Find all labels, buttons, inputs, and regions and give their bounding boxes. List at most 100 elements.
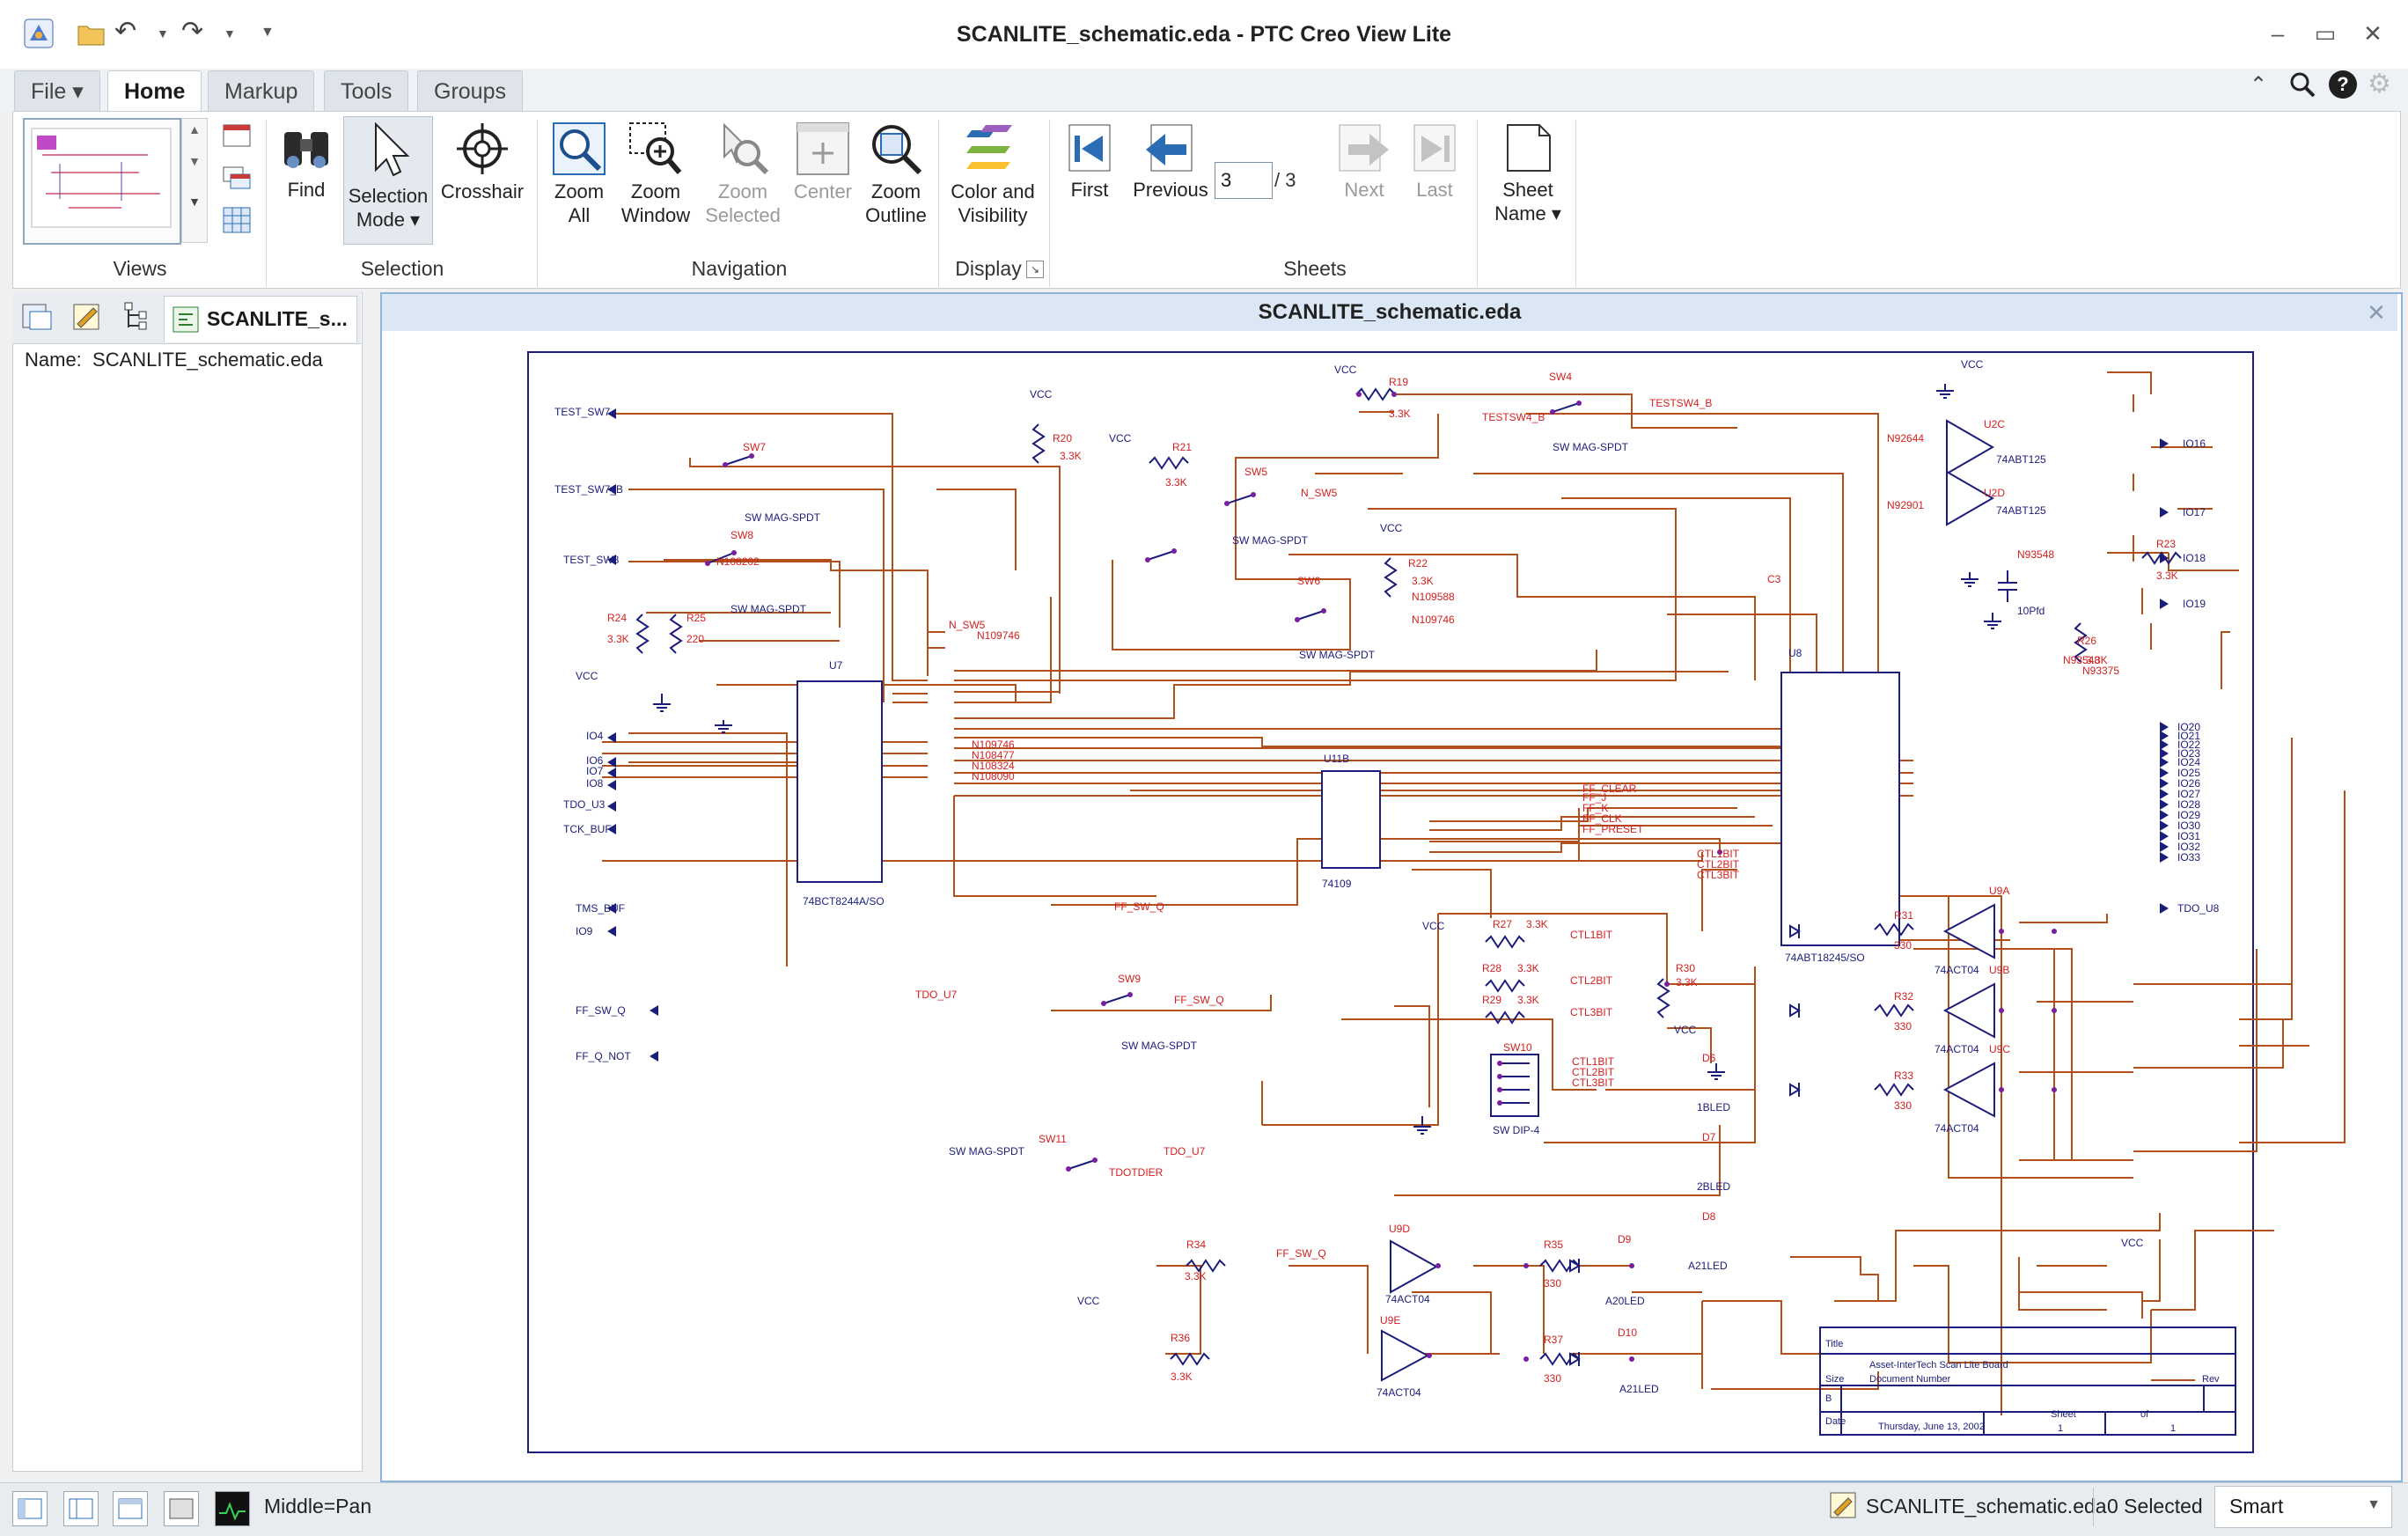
tree-icon[interactable] [19,299,58,338]
zoom-outline-button[interactable]: Zoom Outline [859,121,933,227]
svg-text:D9: D9 [1618,1233,1632,1246]
selection-filter-select[interactable]: Smart ▼ [2214,1486,2392,1528]
group-label-sheets: Sheets [1283,257,1347,280]
group-separator [1575,120,1576,287]
zoom-window-button[interactable]: Zoom Window [616,121,695,227]
svg-text:R22: R22 [1408,557,1428,570]
next-sheet-button[interactable]: Next [1329,121,1399,202]
tab-file[interactable]: File ▾ [14,70,100,112]
layout-split-icon[interactable] [63,1491,99,1526]
schematic-drawing[interactable]: TEST_SW7 TEST_SW7_B TEST_SW8 VCC IO4 IO6… [382,333,2397,1477]
svg-text:Document Number: Document Number [1869,1374,1951,1385]
svg-text:TDO_U3: TDO_U3 [563,798,606,811]
svg-text:CTL1BIT: CTL1BIT [1570,929,1613,941]
mouse-mode-icon[interactable] [215,1491,250,1526]
svg-text:FF_PRESET: FF_PRESET [1582,823,1644,835]
view-grid-icon[interactable] [222,206,252,239]
close-icon[interactable]: ✕ [2353,18,2392,49]
svg-text:N_SW5: N_SW5 [1301,487,1338,499]
svg-text:74ABT18245/SO: 74ABT18245/SO [1785,952,1865,964]
svg-text:VCC: VCC [1109,432,1132,445]
document-name: Name: SCANLITE_schematic.eda [25,349,323,371]
svg-text:3.3K: 3.3K [1676,976,1698,988]
sheet-icon [1507,124,1551,172]
crosshair-button[interactable]: Crosshair [437,121,528,203]
svg-text:CTL2BIT: CTL2BIT [1570,974,1613,987]
layout-single-icon[interactable] [12,1491,48,1526]
minimize-icon[interactable]: – [2258,18,2297,49]
svg-text:R35: R35 [1544,1238,1563,1251]
sheet-name-button[interactable]: Sheet Name ▾ [1484,121,1572,225]
chevron-down-icon: ▼ [2367,1497,2381,1512]
tab-home[interactable]: Home [107,70,202,112]
panel-tab-document[interactable]: SCANLITE_s... [164,296,357,342]
window-title: SCANLITE_schematic.eda - PTC Creo View L… [956,22,1452,47]
layout-full-icon[interactable] [164,1491,199,1526]
view-layers-icon[interactable] [222,164,252,196]
svg-text:of: of [2140,1409,2149,1420]
previous-sheet-button[interactable]: Previous [1127,121,1215,202]
layout-horizontal-icon[interactable] [113,1491,148,1526]
svg-text:U7: U7 [829,659,843,672]
svg-text:FF_SW_Q: FF_SW_Q [1114,900,1164,913]
zoom-selected-button[interactable]: Zoom Selected [699,121,787,227]
thumbnail-scrollbar[interactable]: ▲ ▼ ▼ [181,118,208,243]
center-button[interactable]: Center [789,121,857,203]
sheet-number-input[interactable]: 3 [1215,162,1273,199]
color-visibility-icon [966,125,1012,169]
svg-text:U11B: U11B [1324,753,1349,765]
markup-icon[interactable] [69,299,107,338]
group-label-views: Views [113,257,167,280]
markup-status-icon[interactable] [1827,1489,1859,1521]
hierarchy-icon[interactable] [118,299,157,338]
svg-text:VCC: VCC [1030,388,1053,401]
svg-text:IO17: IO17 [2183,506,2206,518]
view-thumbnails-icon[interactable] [222,121,252,154]
tab-markup[interactable]: Markup [208,70,315,112]
tab-tools[interactable]: Tools [324,70,409,112]
svg-text:VCC: VCC [1077,1295,1100,1307]
settings-icon[interactable]: ⚙ [2368,69,2391,99]
svg-text:FF_SW_Q: FF_SW_Q [576,1004,626,1017]
color-visibility-button[interactable]: Color and Visibility [943,121,1042,227]
last-sheet-button[interactable]: Last [1399,121,1470,202]
svg-text:Asset-InterTech Scan Lite Boar: Asset-InterTech Scan Lite Board [1869,1360,2008,1371]
svg-text:U9E: U9E [1380,1314,1400,1327]
svg-text:3.3K: 3.3K [1526,918,1548,930]
viewer-title: SCANLITE_schematic.eda [382,294,2397,331]
svg-text:R23: R23 [2156,538,2176,550]
tab-groups[interactable]: Groups [417,70,523,112]
svg-text:SW7: SW7 [743,441,766,453]
selection-filter-value: Smart [2229,1495,2284,1518]
redo-icon[interactable]: ↷ [181,16,203,47]
svg-text:TEST_SW7: TEST_SW7 [554,406,611,418]
open-icon[interactable] [76,18,107,49]
help-icon[interactable]: ? [2329,70,2357,99]
svg-text:1: 1 [2170,1423,2176,1434]
svg-text:SW5: SW5 [1244,466,1267,478]
svg-text:N92901: N92901 [1887,499,1924,511]
svg-text:IO9: IO9 [576,925,593,937]
svg-text:TEST_SW8: TEST_SW8 [563,554,620,566]
find-button[interactable]: Find [269,121,343,202]
zoom-all-button[interactable]: Zoom All [544,121,614,227]
display-launcher-icon[interactable]: ↘ [1026,261,1044,278]
first-sheet-button[interactable]: First [1054,121,1125,202]
svg-text:A21LED: A21LED [1619,1383,1659,1395]
redo-dropdown-icon[interactable]: ▼ [224,26,236,40]
app-icon[interactable] [23,18,55,49]
svg-text:330: 330 [1544,1372,1561,1385]
selection-mode-button[interactable]: Selection Mode ▾ [343,116,433,245]
viewer-close-icon[interactable]: ✕ [2359,294,2394,331]
last-icon [1413,124,1456,172]
customize-icon[interactable]: ▼ [261,25,275,40]
svg-text:3.3K: 3.3K [1165,476,1187,489]
svg-text:R19: R19 [1389,376,1408,388]
sheet-thumbnail[interactable] [23,118,181,245]
undo-icon[interactable]: ↶ [114,16,136,47]
svg-text:74ACT04: 74ACT04 [1934,1043,1979,1055]
search-icon[interactable] [2288,70,2316,103]
collapse-ribbon-icon[interactable]: ⌃ [2250,72,2267,98]
undo-dropdown-icon[interactable]: ▼ [157,26,169,40]
maximize-icon[interactable]: ▭ [2306,18,2345,49]
